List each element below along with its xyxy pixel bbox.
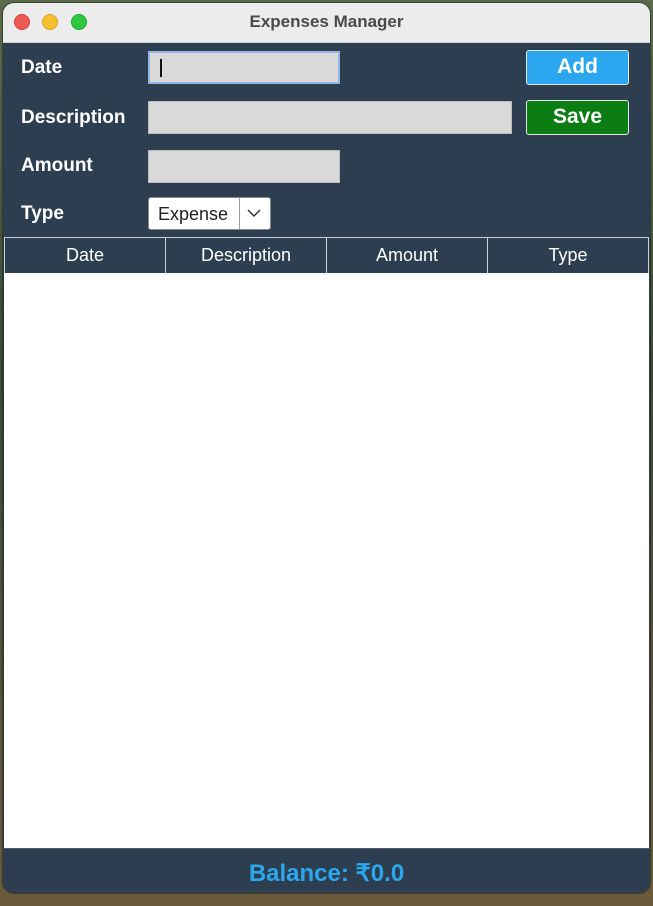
date-input[interactable] — [148, 51, 340, 84]
text-caret — [160, 59, 162, 77]
type-select-value: Expense — [158, 204, 229, 224]
chevron-down-icon[interactable] — [246, 205, 262, 221]
column-header-description[interactable]: Description — [165, 238, 326, 273]
footer-bar: Balance: ₹0.0 — [3, 848, 650, 893]
balance-label: Balance: ₹0.0 — [248, 860, 405, 887]
add-button[interactable]: Add — [526, 50, 629, 85]
title-bar: Expenses Manager — [3, 3, 650, 43]
save-button[interactable]: Save — [526, 100, 629, 135]
window-title: Expenses Manager — [249, 12, 404, 31]
description-label: Description — [21, 107, 126, 128]
column-header-type[interactable]: Type — [487, 238, 649, 273]
select-divider — [239, 198, 240, 229]
date-label: Date — [21, 57, 63, 78]
type-select[interactable]: Expense — [148, 197, 271, 230]
type-label: Type — [21, 203, 64, 224]
app-window: Expenses Manager Date Add Description Sa… — [3, 3, 650, 893]
amount-label: Amount — [21, 155, 93, 176]
amount-input[interactable] — [148, 150, 340, 183]
column-header-amount[interactable]: Amount — [326, 238, 487, 273]
table-header: Date Description Amount Type — [4, 237, 649, 273]
description-input[interactable] — [148, 101, 512, 134]
column-header-date[interactable]: Date — [4, 238, 165, 273]
table-body[interactable] — [4, 273, 649, 848]
